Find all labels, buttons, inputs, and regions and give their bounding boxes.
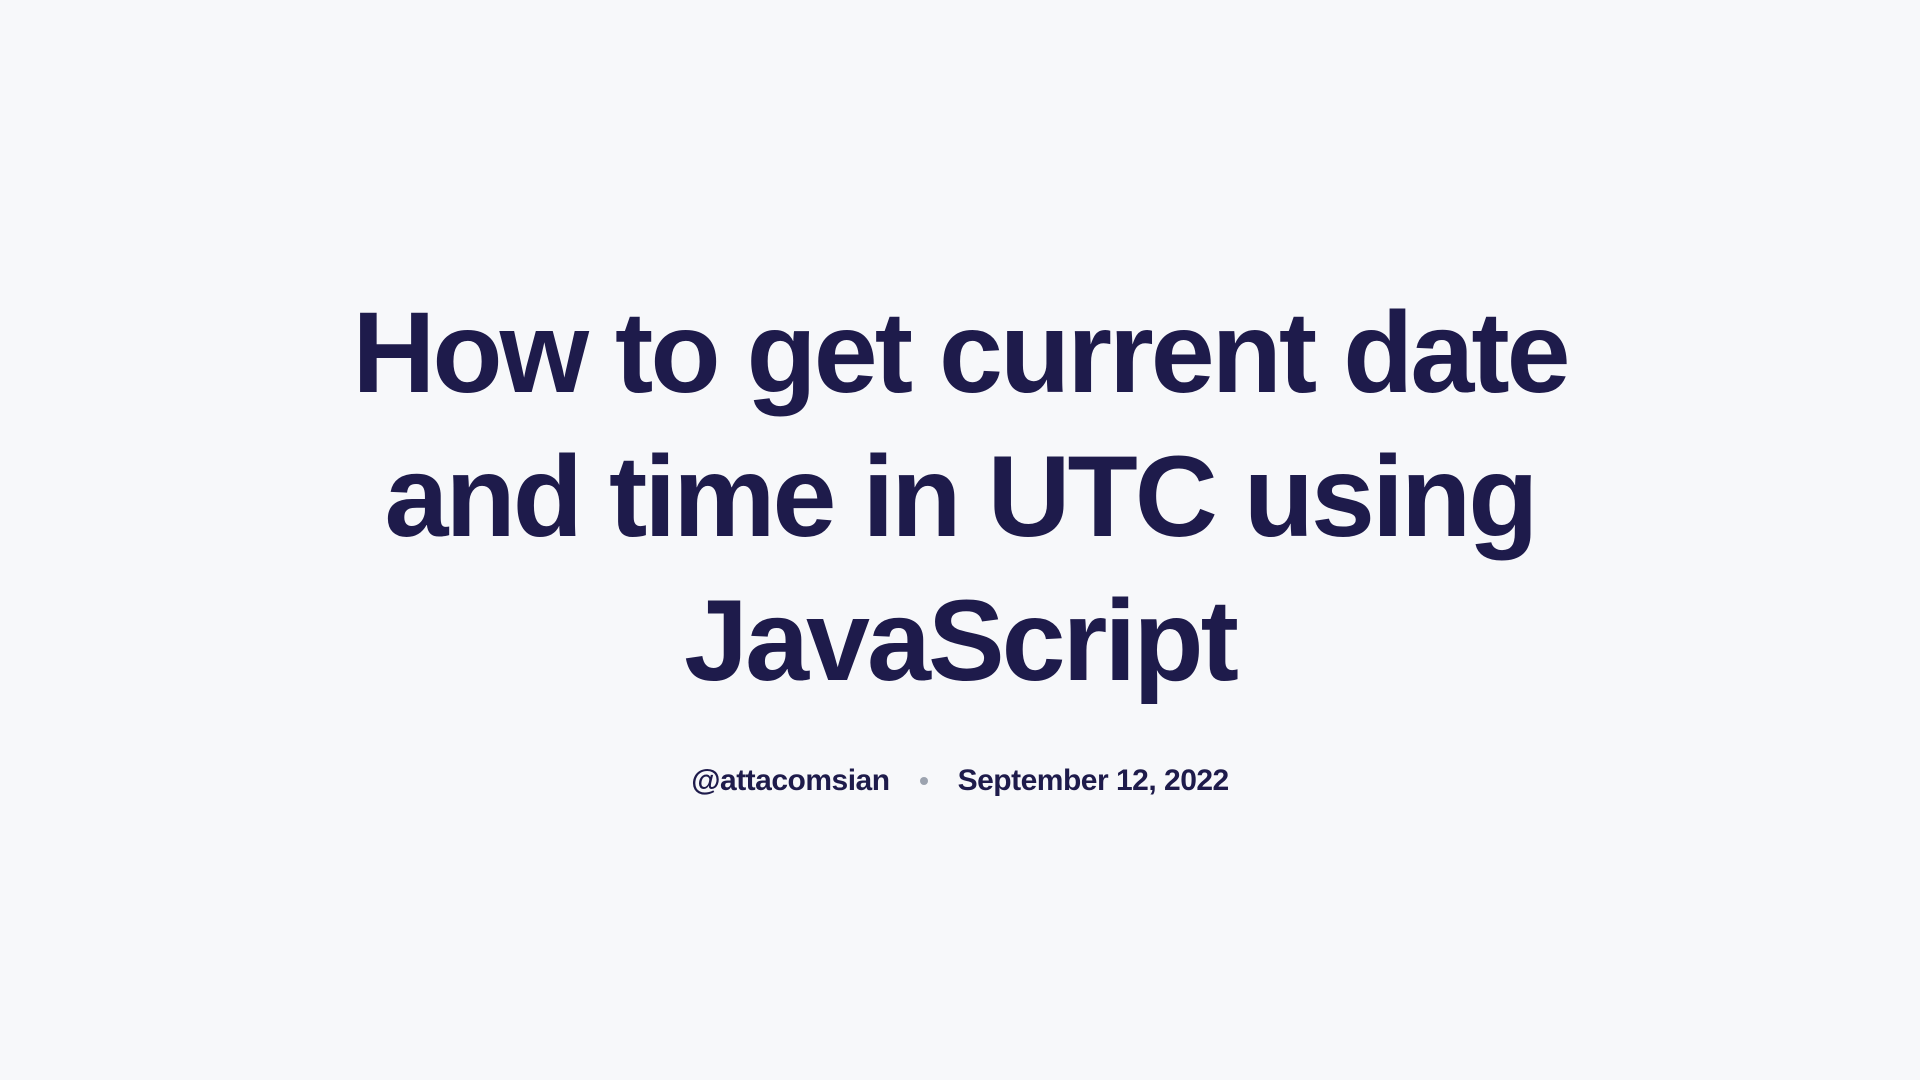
article-meta: @attacomsian September 12, 2022	[300, 764, 1620, 798]
article-title: How to get current date and time in UTC …	[300, 282, 1620, 713]
author-handle: @attacomsian	[691, 764, 889, 798]
publish-date: September 12, 2022	[958, 764, 1229, 798]
dot-separator-icon	[920, 777, 928, 785]
article-header: How to get current date and time in UTC …	[260, 282, 1660, 797]
